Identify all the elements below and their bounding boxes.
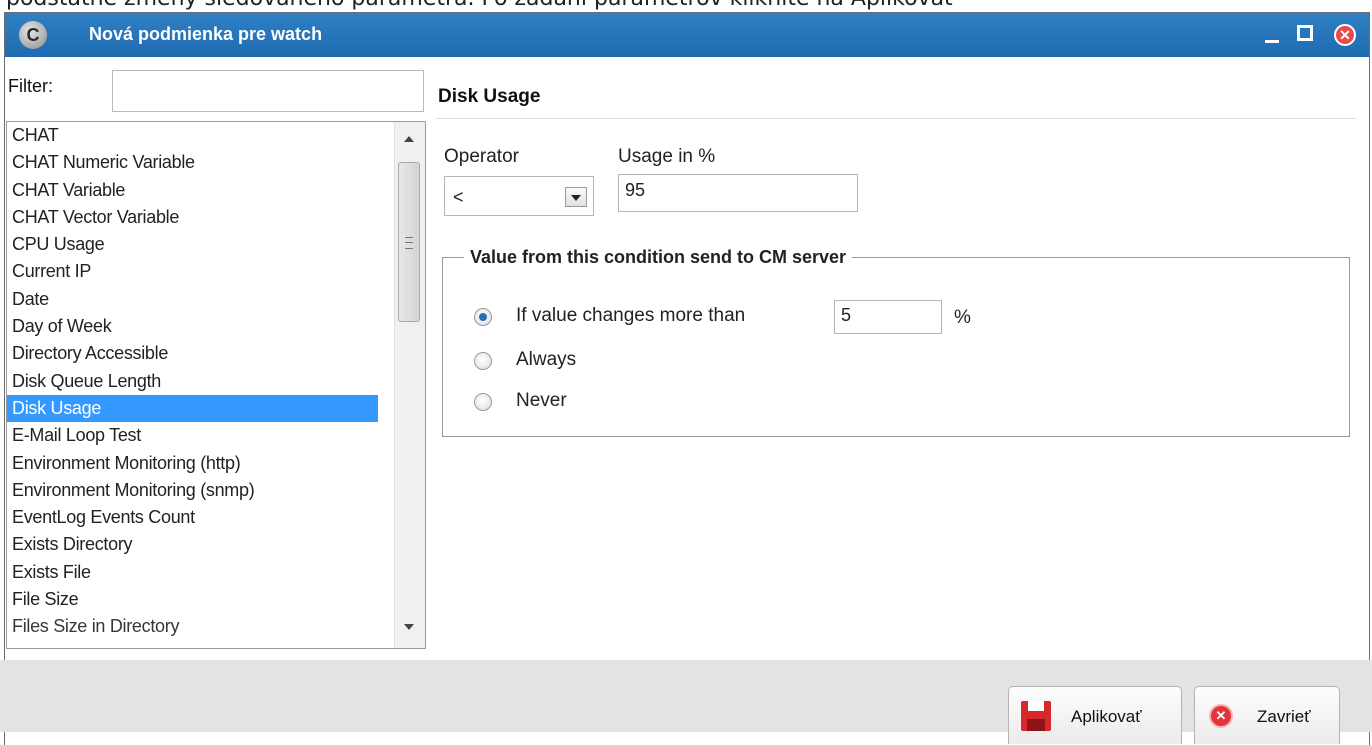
list-item[interactable]: EventLog Events Count xyxy=(7,504,378,531)
list-item[interactable]: CHAT Numeric Variable xyxy=(7,149,378,176)
list-item[interactable]: CHAT Variable xyxy=(7,177,378,204)
maximize-button[interactable] xyxy=(1293,21,1321,49)
filter-label: Filter: xyxy=(8,76,53,96)
percent-unit-label: % xyxy=(954,307,971,328)
list-item[interactable]: Environment Monitoring (http) xyxy=(7,450,378,477)
list-item[interactable]: E-Mail Loop Test xyxy=(7,422,378,449)
chevron-down-icon[interactable] xyxy=(565,187,587,207)
list-item-selected[interactable]: Disk Usage xyxy=(7,394,378,423)
scroll-up-arrow-icon[interactable] xyxy=(404,136,414,142)
list-item[interactable]: Disk Queue Length xyxy=(7,368,378,395)
send-to-server-group xyxy=(442,257,1350,437)
send-to-server-legend: Value from this condition send to CM ser… xyxy=(464,247,853,268)
title-bar[interactable]: C Nová podmienka pre watch ✕ xyxy=(5,13,1369,57)
operator-select[interactable]: < xyxy=(444,176,594,216)
list-item[interactable]: File Size xyxy=(7,586,378,613)
page-banner-text: podstatné zmeny sledovaného parametra. P… xyxy=(6,0,953,11)
list-item[interactable]: Day of Week xyxy=(7,313,378,340)
list-item[interactable]: Files Size in Directory xyxy=(7,613,378,640)
radio-button[interactable] xyxy=(474,393,492,411)
radio-button-checked[interactable] xyxy=(474,308,492,326)
usage-input[interactable]: 95 xyxy=(618,174,858,212)
scroll-thumb[interactable] xyxy=(398,162,420,322)
radio-label: Never xyxy=(516,390,567,411)
change-threshold-input[interactable]: 5 xyxy=(834,300,942,334)
apply-button-label: Aplikovať xyxy=(1071,707,1142,726)
list-item[interactable]: Directory Accessible xyxy=(7,340,378,367)
apply-button[interactable]: Aplikovať xyxy=(1008,686,1182,744)
app-icon: C xyxy=(19,21,47,49)
close-icon: ✕ xyxy=(1209,704,1233,728)
radio-label: If value changes more than xyxy=(516,305,746,326)
list-item[interactable]: Exists File xyxy=(7,559,378,586)
close-button-label: Zavrieť xyxy=(1257,707,1311,726)
operator-label: Operator xyxy=(444,146,519,167)
detail-title: Disk Usage xyxy=(438,86,541,107)
list-item[interactable]: Current IP xyxy=(7,258,378,285)
condition-list[interactable]: CHAT CHAT Numeric Variable CHAT Variable… xyxy=(6,121,426,649)
list-item[interactable]: CHAT xyxy=(7,122,378,149)
window-title: Nová podmienka pre watch xyxy=(89,24,323,44)
list-item[interactable]: Exists Directory xyxy=(7,531,378,558)
radio-label: Always xyxy=(516,349,577,370)
list-item[interactable]: CPU Usage xyxy=(7,231,378,258)
save-icon xyxy=(1021,701,1051,731)
close-icon: ✕ xyxy=(1334,24,1356,46)
list-item[interactable]: CHAT Vector Variable xyxy=(7,204,378,231)
radio-button[interactable] xyxy=(474,352,492,370)
list-item[interactable]: Date xyxy=(7,286,378,313)
usage-label: Usage in % xyxy=(618,146,716,167)
scroll-down-arrow-icon[interactable] xyxy=(404,624,414,630)
close-window-button[interactable]: ✕ xyxy=(1331,21,1359,49)
list-item[interactable]: Environment Monitoring (snmp) xyxy=(7,477,378,504)
minimize-button[interactable] xyxy=(1259,21,1287,49)
operator-value: < xyxy=(453,187,464,207)
grip-icon xyxy=(405,237,413,249)
close-dialog-button[interactable]: ✕ Zavrieť xyxy=(1194,686,1340,744)
divider xyxy=(436,118,1356,119)
list-scrollbar[interactable] xyxy=(394,122,425,648)
filter-input[interactable] xyxy=(112,70,424,112)
